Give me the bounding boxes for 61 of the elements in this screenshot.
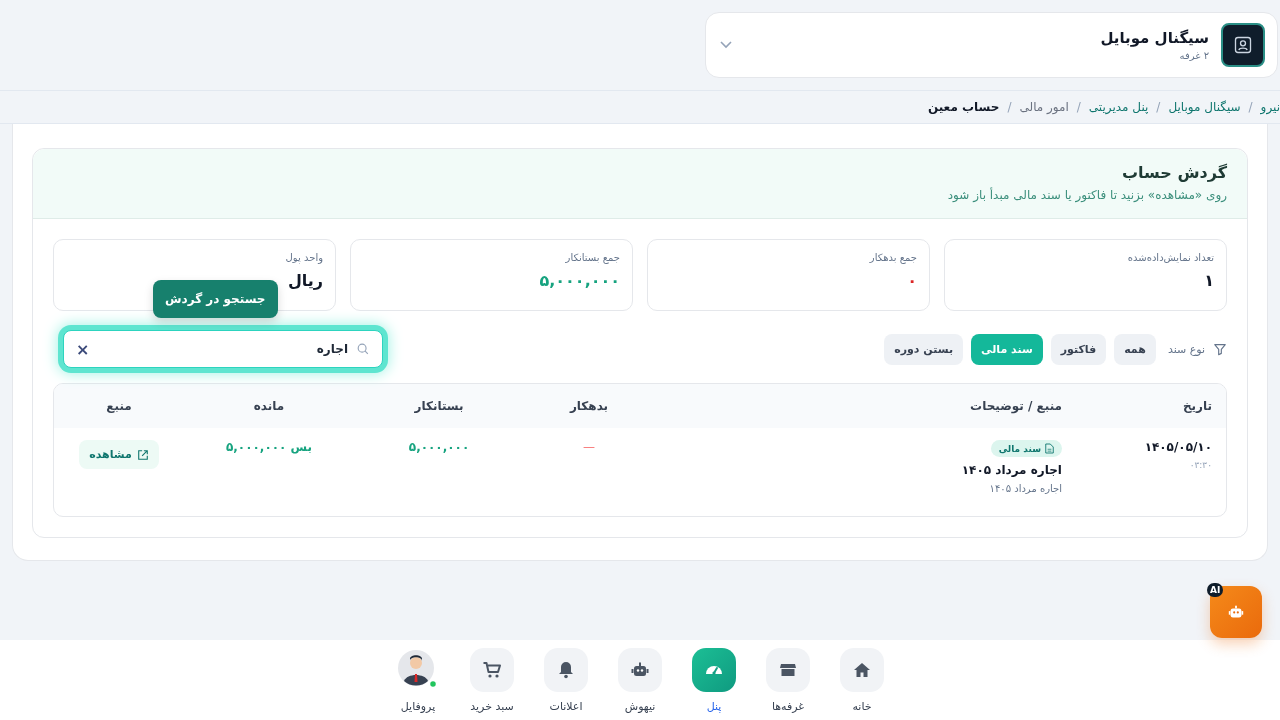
column-header: مانده [252, 399, 286, 413]
breadcrumb-item[interactable]: پنل مدیریتی [1088, 100, 1149, 114]
breadcrumb-item[interactable]: نیرو [1260, 100, 1280, 114]
nav-label: نیهوش [624, 700, 656, 713]
ai-badge: AI [1207, 583, 1224, 597]
store-selector[interactable]: سیگنال موبایل ۲ غرفه [705, 12, 1278, 78]
view-button[interactable]: مشاهده [79, 440, 159, 469]
stat-label: جمع بدهکار [868, 252, 917, 263]
nav-label: غرفه‌ها [771, 700, 805, 713]
stat-value: ۰ [906, 271, 917, 290]
breadcrumb-item: حساب معین [927, 100, 1000, 114]
entry-title: اجاره مرداد ۱۴۰۵ [961, 463, 1062, 477]
column-header: تاریخ [1181, 399, 1213, 413]
filter-label: نوع سند [1167, 342, 1205, 356]
external-link-icon [136, 448, 149, 461]
column-header: بدهکار [568, 399, 610, 413]
clear-button[interactable]: × [76, 339, 90, 359]
balance-cell: بس ۵,۰۰۰,۰۰۰ [226, 440, 313, 454]
nav-label: اعلانات [549, 700, 583, 713]
tag-label: سند مالی [998, 443, 1041, 454]
nav-label: سبد خرید [470, 700, 514, 713]
search-icon [356, 342, 370, 356]
store-logo [1221, 23, 1265, 67]
date-cell: ۱۴۰۵/۰۵/۱۰ [1144, 440, 1212, 454]
filter-chip[interactable]: بستن دوره [884, 333, 964, 365]
entry-note: اجاره مرداد ۱۴۰۵ [989, 483, 1062, 494]
breadcrumb-separator: / [1248, 100, 1253, 114]
filter-icon [1213, 342, 1227, 356]
stat-label: واحد پول [284, 252, 323, 263]
stat-value: ۵,۰۰۰,۰۰۰ [538, 271, 620, 290]
nav-item[interactable]: پروفایل [395, 648, 441, 713]
breadcrumb-separator: / [1007, 100, 1012, 114]
tooltip: جستجو در گردش [153, 280, 278, 318]
stat-value: ۱ [1203, 271, 1214, 290]
home-icon [852, 660, 872, 680]
debit-cell: — [583, 440, 595, 454]
chevron-down-icon[interactable] [720, 41, 732, 49]
column-header: منبع / توضیحات [969, 399, 1063, 413]
breadcrumb-item[interactable]: سیگنال موبایل [1168, 100, 1241, 114]
column-header: بستانکار [413, 399, 465, 413]
time-text: ۰۳:۳۰ [1189, 460, 1212, 470]
filter-chip[interactable]: فاکتور [1050, 333, 1107, 365]
breadcrumb-item: امور مالی [1019, 100, 1069, 114]
ai-assistant-button[interactable] [1210, 586, 1262, 638]
store-count: ۲ غرفه [1178, 50, 1209, 61]
stat-label: تعداد نمایش‌داده‌شده [1126, 252, 1214, 263]
stat-label: جمع بستانکار [564, 252, 620, 263]
cart-icon [482, 660, 502, 680]
nav-label: پنل [706, 700, 722, 713]
nav-label: پروفایل [400, 700, 436, 713]
stat-value: ریال [286, 271, 323, 290]
panel-hint: روی «مشاهده» بزنید تا فاکتور یا سند مالی مبدأ باز شود [946, 188, 1227, 202]
store-name: سیگنال موبایل [1099, 29, 1209, 47]
file-icon [1045, 443, 1054, 454]
nav-label: خانه [852, 700, 872, 713]
filter-chip[interactable]: همه [1114, 333, 1156, 365]
column-header: منبع [105, 399, 133, 413]
breadcrumb-separator: / [1076, 100, 1081, 114]
panel-title: گردش حساب [1121, 163, 1227, 182]
breadcrumb-separator: / [1156, 100, 1161, 114]
credit-cell: ۵,۰۰۰,۰۰۰ [408, 440, 470, 454]
